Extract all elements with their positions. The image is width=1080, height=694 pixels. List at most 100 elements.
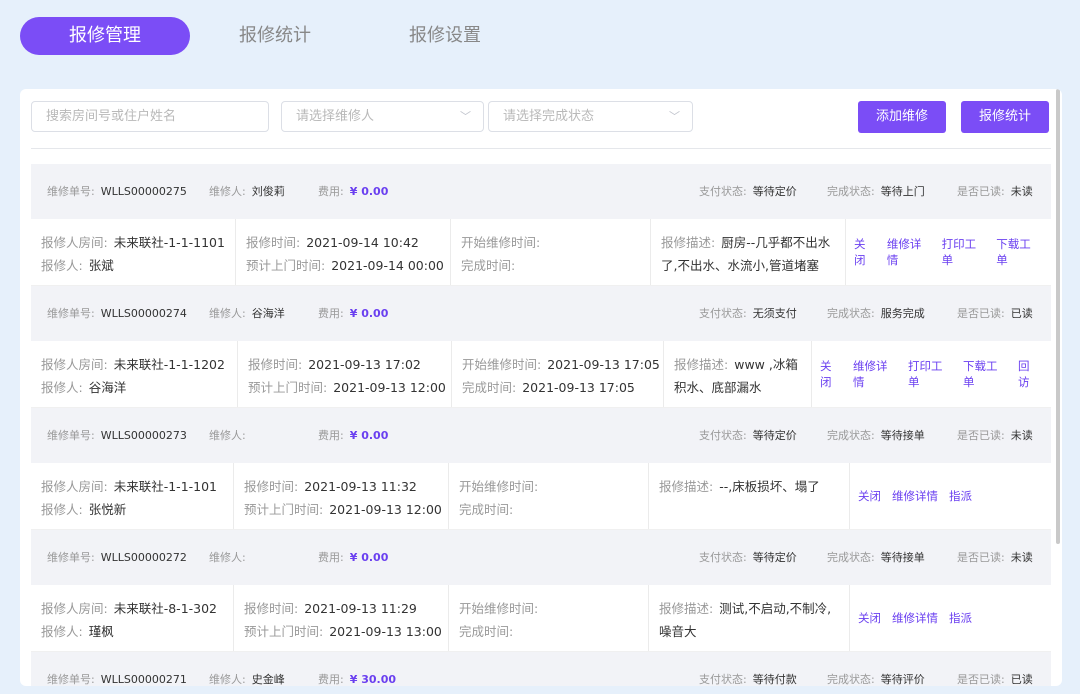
order-no-label: 维修单号: [47, 551, 95, 564]
order-no: 维修单号: WLLS00000273 [47, 408, 187, 463]
action-link[interactable]: 打印工单 [908, 358, 952, 390]
reporter-label: 报修人: [41, 624, 83, 639]
fee-value: ¥ 30.00 [349, 673, 396, 686]
order-no-value: WLLS00000273 [100, 429, 187, 442]
visit-time: 预计上门时间: 2021-09-14 00:00 [246, 254, 444, 277]
fee: 费用: ¥ 0.00 [318, 164, 388, 219]
action-link[interactable]: 关闭 [858, 488, 881, 504]
order-no-label: 维修单号: [47, 429, 95, 442]
desc-value: --,床板损坏、塌了 [719, 479, 820, 494]
order-header: 维修单号: WLLS00000275 维修人: 刘俊莉 费用: ¥ 0.00 支付状态: 等待… [31, 164, 1051, 219]
room: 报修人房间: 未来联社-1-1-1101 [41, 231, 225, 254]
action-link[interactable]: 指派 [949, 610, 972, 626]
report-time-value: 2021-09-13 11:32 [304, 479, 417, 494]
visit-time-value: 2021-09-13 12:00 [333, 380, 446, 395]
action-link[interactable]: 维修详情 [892, 610, 938, 626]
finish-time-label: 完成时间: [462, 380, 517, 395]
pay-status: 支付状态: 等待付款 [699, 652, 797, 686]
pay-status-value: 等待定价 [752, 185, 797, 198]
start-time-label: 开始维修时间: [459, 479, 539, 494]
action-link[interactable]: 关闭 [854, 236, 876, 268]
repairer: 维修人: 刘俊莉 [209, 164, 285, 219]
pay-status: 支付状态: 无须支付 [699, 286, 797, 341]
done-status: 完成状态: 等待接单 [827, 408, 925, 463]
reporter-value: 张悦新 [88, 502, 127, 517]
status-select[interactable]: 请选择完成状态 ﹀ [488, 101, 693, 132]
pay-status-label: 支付状态: [699, 673, 747, 686]
reporter-column: 报修人房间: 未来联社-8-1-302 报修人: 瑾枫 [31, 585, 234, 651]
pay-status-value: 等待付款 [752, 673, 797, 686]
action-link[interactable]: 下载工单 [996, 236, 1040, 268]
action-link[interactable]: 指派 [949, 488, 972, 504]
repairer: 维修人: 谷海洋 [209, 286, 285, 341]
reporter-value: 瑾枫 [88, 624, 114, 639]
room-value: 未来联社-1-1-1101 [113, 235, 225, 250]
done-status-label: 完成状态: [827, 429, 875, 442]
read-status: 是否已读: 未读 [957, 408, 1033, 463]
reporter-value: 谷海洋 [88, 380, 127, 395]
description-column: 报修描述: www ,冰箱积水、底部漏水 [664, 341, 812, 407]
action-link[interactable]: 维修详情 [887, 236, 931, 268]
description-column: 报修描述: 测试,不启动,不制冷,噪音大 [649, 585, 850, 651]
room-label: 报修人房间: [41, 235, 108, 250]
done-status: 完成状态: 服务完成 [827, 286, 925, 341]
report-time-label: 报修时间: [244, 601, 299, 616]
tab-repair-statistics[interactable]: 报修统计 [190, 17, 360, 55]
repair-stats-button[interactable]: 报修统计 [961, 101, 1050, 133]
fee-value: ¥ 0.00 [349, 307, 389, 320]
fee-label: 费用: [318, 673, 344, 686]
action-links: 关闭 维修详情 打印工单 下载工单 [846, 219, 1051, 285]
start-time: 开始维修时间: 2021-09-13 17:05 [462, 353, 660, 376]
start-time: 开始维修时间: [459, 475, 638, 498]
pay-status: 支付状态: 等待定价 [699, 530, 797, 585]
read-status: 是否已读: 未读 [957, 530, 1033, 585]
reporter: 报修人: 张斌 [41, 254, 225, 277]
start-time-label: 开始维修时间: [459, 601, 539, 616]
room-value: 未来联社-1-1-1202 [113, 357, 225, 372]
repairer-select-placeholder: 请选择维修人 [296, 109, 375, 124]
order-no: 维修单号: WLLS00000272 [47, 530, 187, 585]
action-link[interactable]: 关闭 [820, 358, 842, 390]
action-links: 关闭 维修详情 打印工单 下载工单 回访 [812, 341, 1051, 407]
tab-repair-management[interactable]: 报修管理 [20, 17, 190, 55]
divider [31, 148, 1051, 149]
action-link[interactable]: 打印工单 [942, 236, 986, 268]
repairer-label: 维修人: [209, 185, 246, 198]
description-column: 报修描述: 厨房--几乎都不出水了,不出水、水流小,管道堵塞 [651, 219, 846, 285]
tab-repair-settings[interactable]: 报修设置 [360, 17, 530, 55]
action-link[interactable]: 回访 [1018, 358, 1040, 390]
toolbar: 搜索房间号或住户姓名 请选择维修人 ﹀ 请选择完成状态 ﹀ 添加维修 报修统计 [31, 101, 1051, 134]
reporter-label: 报修人: [41, 502, 83, 517]
search-input[interactable]: 搜索房间号或住户姓名 [31, 101, 269, 132]
room-label: 报修人房间: [41, 479, 108, 494]
report-time-value: 2021-09-13 11:29 [304, 601, 417, 616]
repairer-value: 谷海洋 [251, 307, 285, 320]
fee-value: ¥ 0.00 [349, 429, 389, 442]
order-no-label: 维修单号: [47, 673, 95, 686]
scrollbar[interactable] [1056, 89, 1060, 544]
read-status: 是否已读: 已读 [957, 652, 1033, 686]
desc-label: 报修描述: [659, 479, 714, 494]
action-link[interactable]: 下载工单 [963, 358, 1007, 390]
report-time-value: 2021-09-14 10:42 [306, 235, 419, 250]
report-time-value: 2021-09-13 17:02 [308, 357, 421, 372]
action-link[interactable]: 关闭 [858, 610, 881, 626]
action-link[interactable]: 维修详情 [853, 358, 897, 390]
action-link[interactable]: 维修详情 [892, 488, 938, 504]
visit-time: 预计上门时间: 2021-09-13 12:00 [244, 498, 442, 521]
visit-time-label: 预计上门时间: [248, 380, 328, 395]
report-time: 报修时间: 2021-09-13 11:32 [244, 475, 438, 498]
done-status-label: 完成状态: [827, 307, 875, 320]
order-header: 维修单号: WLLS00000272 维修人: 费用: ¥ 0.00 支付状态: 等待定价 完… [31, 530, 1051, 585]
repairer-select[interactable]: 请选择维修人 ﹀ [281, 101, 484, 132]
repair-time-column: 开始维修时间: 完成时间: [449, 463, 649, 529]
done-status-label: 完成状态: [827, 551, 875, 564]
start-time-value: 2021-09-13 17:05 [547, 357, 660, 372]
finish-time: 完成时间: [461, 254, 640, 277]
add-repair-button[interactable]: 添加维修 [858, 101, 947, 133]
finish-time: 完成时间: [459, 620, 638, 643]
desc-label: 报修描述: [661, 235, 716, 250]
main-panel: 搜索房间号或住户姓名 请选择维修人 ﹀ 请选择完成状态 ﹀ 添加维修 报修统计 … [20, 89, 1062, 686]
visit-time-value: 2021-09-13 12:00 [329, 502, 442, 517]
read-status-value: 已读 [1010, 673, 1033, 686]
